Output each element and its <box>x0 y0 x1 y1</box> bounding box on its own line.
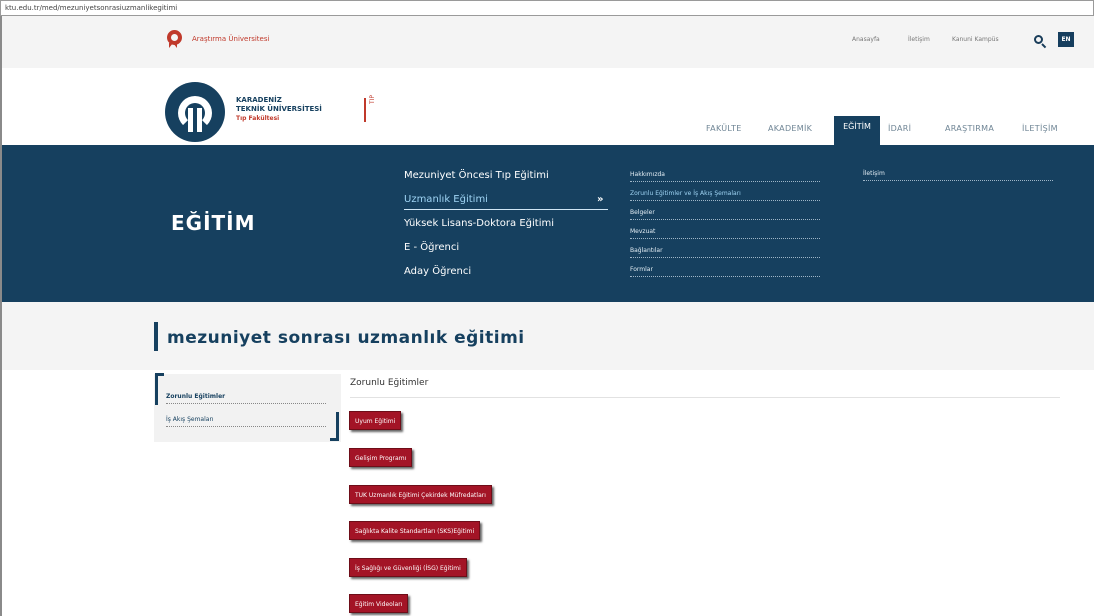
page-title: mezuniyet sonrası uzmanlık eğitimi <box>167 328 525 348</box>
sub-link-hakkimizda[interactable]: Hakkımızda <box>630 171 820 182</box>
section-title: EĞİTİM <box>171 211 256 235</box>
language-button[interactable]: EN <box>1058 32 1074 47</box>
gelisim-programi-button[interactable]: Gelişim Programı <box>349 448 413 467</box>
sks-egitimi-button[interactable]: Sağlıkta Kalite Standartları (SKS)Eğitim… <box>349 521 481 540</box>
nav-arastirma[interactable]: ARAŞTIRMA <box>945 124 994 133</box>
nav-fakulte[interactable]: FAKÜLTE <box>706 124 742 133</box>
nav-akademik[interactable]: AKADEMİK <box>768 124 812 133</box>
nav-egitim[interactable]: EĞİTİM <box>834 116 880 145</box>
sub-link-belgeler[interactable]: Belgeler <box>630 209 820 220</box>
active-section-underline <box>404 209 608 210</box>
side-menu-is-akis-semalari[interactable]: İş Akış Şemaları <box>166 416 326 427</box>
side-menu-corner-top <box>155 373 164 405</box>
university-name: KARADENİZ TEKNİK ÜNİVERSİTESİ <box>236 96 322 114</box>
sub-link-formlar[interactable]: Formlar <box>630 266 820 277</box>
content-divider <box>350 397 1060 398</box>
sub-link-iletisim[interactable]: İletişim <box>863 170 1053 181</box>
section-link-aday-ogrenci[interactable]: Aday Öğrenci <box>404 266 471 277</box>
sub-link-mevzuat[interactable]: Mevzuat <box>630 228 820 239</box>
top-bar-title[interactable]: Araştırma Üniversitesi <box>192 35 269 43</box>
top-link-home[interactable]: Anasayfa <box>852 36 880 43</box>
section-link-mezuniyet-oncesi[interactable]: Mezuniyet Öncesi Tıp Eğitimi <box>404 170 549 181</box>
page-title-accent <box>154 322 158 351</box>
active-arrow-icon: » <box>597 194 604 205</box>
egitim-videolari-button[interactable]: Eğitim Videoları <box>349 594 409 613</box>
sub-link-baglantilar[interactable]: Bağlantılar <box>630 247 820 258</box>
isg-egitimi-button[interactable]: İş Sağlığı ve Güvenliği (İSG) Eğitimi <box>349 558 467 577</box>
logo-divider <box>364 98 366 122</box>
side-menu-zorunlu-egitimler[interactable]: Zorunlu Eğitimler <box>166 393 326 404</box>
university-name-line1: KARADENİZ <box>236 96 282 104</box>
search-icon[interactable] <box>1033 34 1047 49</box>
nav-idari[interactable]: İDARİ <box>888 124 911 133</box>
university-name-line2: TEKNİK ÜNİVERSİTESİ <box>236 105 322 113</box>
top-link-campus[interactable]: Kanuni Kampüs <box>952 36 999 43</box>
top-link-contact[interactable]: İletişim <box>908 36 930 43</box>
page-title-band <box>2 302 1094 370</box>
sub-link-zorunlu-egitimler[interactable]: Zorunlu Eğitimler ve İş Akış Şemaları <box>630 190 820 201</box>
uyum-egitimi-button[interactable]: Uyum Eğitimi <box>349 411 402 430</box>
section-link-yuksek-lisans[interactable]: Yüksek Lisans-Doktora Eğitimi <box>404 218 554 229</box>
research-university-logo-icon <box>164 30 186 54</box>
section-link-uzmanlik[interactable]: Uzmanlık Eğitimi <box>404 194 488 205</box>
section-link-e-ogrenci[interactable]: E - Öğrenci <box>404 242 459 253</box>
tuk-mufredat-button[interactable]: TUK Uzmanlık Eğitimi Çekirdek Müfredatla… <box>349 485 492 504</box>
address-bar[interactable]: ktu.edu.tr/med/mezuniyetsonrasiuzmanlike… <box>0 0 1094 16</box>
content-heading: Zorunlu Eğitimler <box>350 378 429 388</box>
side-menu-corner-bottom <box>330 412 339 441</box>
faculty-mark: TIP <box>369 94 376 104</box>
nav-iletisim[interactable]: İLETİŞİM <box>1022 124 1058 133</box>
side-menu <box>154 374 341 442</box>
ktu-logo-icon[interactable] <box>165 82 225 142</box>
faculty-name: Tıp Fakültesi <box>236 115 280 122</box>
